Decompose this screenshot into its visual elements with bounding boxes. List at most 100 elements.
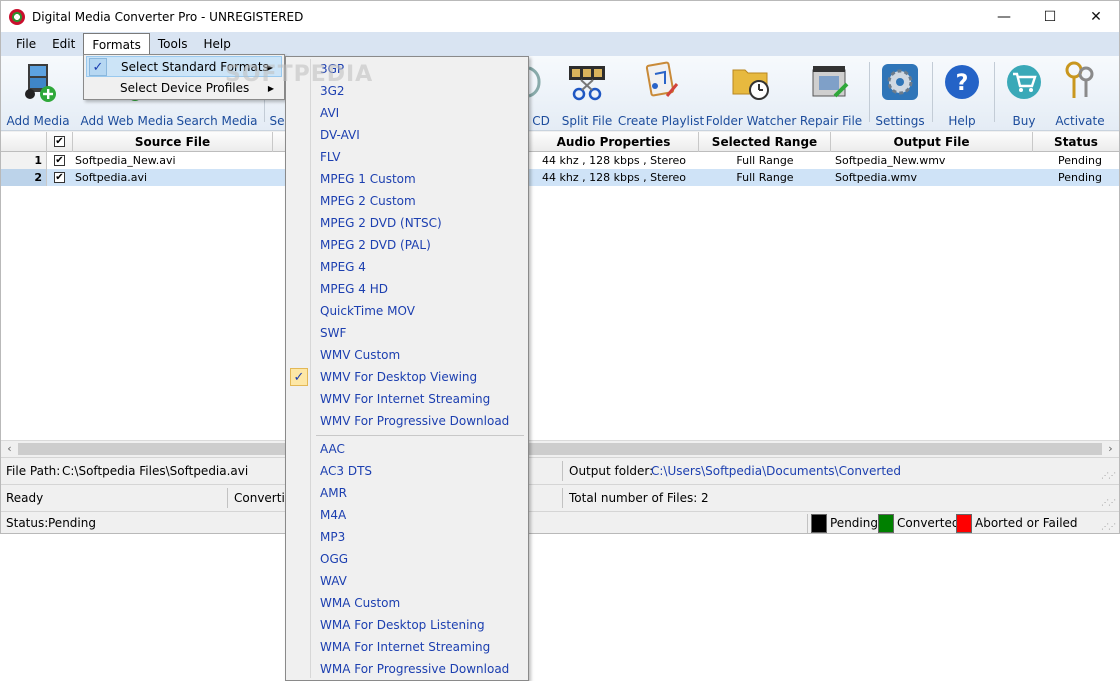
- buy-button[interactable]: Buy: [1001, 58, 1047, 128]
- repair-file-button[interactable]: Repair File: [799, 58, 863, 128]
- format-option[interactable]: WMA For Progressive Download: [288, 658, 526, 680]
- format-option[interactable]: WMV For Internet Streaming: [288, 388, 526, 410]
- format-option-label: WMV For Internet Streaming: [320, 392, 491, 406]
- playlist-icon: [641, 60, 681, 104]
- format-option[interactable]: SWF: [288, 322, 526, 344]
- scroll-left-button[interactable]: ‹: [1, 441, 18, 458]
- divider: [807, 514, 808, 533]
- header-select-all[interactable]: ✔: [47, 132, 73, 152]
- menu-file[interactable]: File: [8, 33, 44, 55]
- close-button[interactable]: ✕: [1073, 1, 1119, 32]
- format-option[interactable]: MPEG 2 DVD (NTSC): [288, 212, 526, 234]
- toolbar-separator: [869, 62, 870, 122]
- ready-text: Ready: [6, 491, 44, 505]
- table-row[interactable]: 1 ✔ Softpedia_New.avi 44 khz , 128 kbps …: [1, 152, 1119, 169]
- file-path-value: C:\Softpedia Files\Softpedia.avi: [62, 464, 249, 478]
- format-option[interactable]: ✓ WMV For Desktop Viewing: [288, 366, 526, 388]
- header-status[interactable]: Status: [1033, 132, 1119, 152]
- create-playlist-button[interactable]: Create Playlist: [618, 58, 704, 128]
- format-option[interactable]: DV-AVI: [288, 124, 526, 146]
- format-option[interactable]: WMA Custom: [288, 592, 526, 614]
- format-option-label: SWF: [320, 326, 347, 340]
- cd-label: CD: [532, 114, 550, 128]
- add-web-media-label: Add Web Media: [80, 114, 174, 128]
- output-folder-label: Output folder:: [569, 464, 654, 478]
- svg-text:?: ?: [956, 71, 969, 96]
- format-option[interactable]: WMV Custom: [288, 344, 526, 366]
- cd-button[interactable]: CD: [528, 58, 553, 128]
- header-selected-range[interactable]: Selected Range: [699, 132, 831, 152]
- header-row-number: [1, 132, 47, 152]
- cart-icon: [1004, 60, 1044, 104]
- format-option[interactable]: OGG: [288, 548, 526, 570]
- format-option[interactable]: MPEG 4 HD: [288, 278, 526, 300]
- help-label: Help: [948, 114, 976, 128]
- repair-file-label: Repair File: [799, 114, 863, 128]
- format-option[interactable]: MP3: [288, 526, 526, 548]
- resize-grip-icon[interactable]: ⋰⋰: [1101, 498, 1116, 507]
- format-option[interactable]: AVI: [288, 102, 526, 124]
- split-file-icon: [567, 60, 607, 104]
- format-option[interactable]: QuickTime MOV: [288, 300, 526, 322]
- split-file-button[interactable]: Split File: [561, 58, 613, 128]
- output-folder-link[interactable]: C:\Users\Softpedia\Documents\Converted: [651, 458, 901, 484]
- resize-grip-icon[interactable]: ⋰⋰: [1101, 522, 1116, 531]
- minimize-button[interactable]: —: [981, 1, 1027, 32]
- format-option[interactable]: M4A: [288, 504, 526, 526]
- menu-bar: File Edit Formats Tools Help: [1, 32, 1119, 57]
- activate-button[interactable]: Activate: [1055, 58, 1105, 128]
- cd-icon: [528, 60, 553, 104]
- watermark: SOFTPEDIA: [225, 62, 374, 87]
- format-option-label: MPEG 2 DVD (NTSC): [320, 216, 442, 230]
- header-source-file[interactable]: Source File: [73, 132, 273, 152]
- table-row[interactable]: 2 ✔ Softpedia.avi 44 khz , 128 kbps , St…: [1, 169, 1119, 186]
- folder-watcher-icon: [731, 60, 771, 104]
- format-option-label: DV-AVI: [320, 128, 360, 142]
- format-option[interactable]: AMR: [288, 482, 526, 504]
- format-option[interactable]: WMV For Progressive Download: [288, 410, 526, 432]
- format-option-label: MPEG 2 Custom: [320, 194, 416, 208]
- format-option[interactable]: MPEG 1 Custom: [288, 168, 526, 190]
- header-audio-properties[interactable]: Audio Properties: [529, 132, 699, 152]
- legend-pending: Pending: [830, 516, 878, 530]
- format-option[interactable]: MPEG 2 DVD (PAL): [288, 234, 526, 256]
- grid-header: ✔ Source File Audio Properties Selected …: [1, 132, 1119, 152]
- format-option[interactable]: AAC: [288, 438, 526, 460]
- aborted-swatch: [956, 514, 972, 533]
- scrollbar-thumb[interactable]: [18, 443, 1102, 455]
- format-option-label: MPEG 1 Custom: [320, 172, 416, 186]
- row-status: Pending: [1058, 171, 1102, 184]
- format-option[interactable]: MPEG 4: [288, 256, 526, 278]
- folder-watcher-button[interactable]: Folder Watcher: [706, 58, 796, 128]
- row-checkbox[interactable]: ✔: [54, 155, 65, 166]
- row-selected-range: Full Range: [736, 154, 794, 167]
- header-output-file[interactable]: Output File: [831, 132, 1033, 152]
- divider: [562, 488, 563, 508]
- resize-grip-icon[interactable]: ⋰⋰: [1101, 471, 1116, 480]
- menu-tools[interactable]: Tools: [150, 33, 196, 55]
- horizontal-scrollbar[interactable]: ‹ ›: [1, 440, 1119, 457]
- select-all-checkbox[interactable]: ✔: [54, 136, 65, 147]
- format-option-label: WMV For Desktop Viewing: [320, 370, 478, 384]
- scroll-right-button[interactable]: ›: [1102, 441, 1119, 458]
- format-option[interactable]: MPEG 2 Custom: [288, 190, 526, 212]
- menu-edit[interactable]: Edit: [44, 33, 83, 55]
- format-option[interactable]: WMA For Internet Streaming: [288, 636, 526, 658]
- format-option[interactable]: AC3 DTS: [288, 460, 526, 482]
- media-grid: ✔ Source File Audio Properties Selected …: [1, 132, 1119, 440]
- format-option[interactable]: FLV: [288, 146, 526, 168]
- status-label: Status:: [6, 516, 49, 530]
- row-output-file: Softpedia_New.wmv: [835, 154, 946, 167]
- help-button[interactable]: ? Help: [939, 58, 985, 128]
- row-audio-properties: 44 khz , 128 kbps , Stereo: [542, 154, 686, 167]
- add-media-button[interactable]: Add Media: [6, 58, 70, 128]
- settings-icon: [880, 60, 920, 104]
- title-bar: Digital Media Converter Pro - UNREGISTER…: [1, 1, 1119, 32]
- format-option[interactable]: WMA For Desktop Listening: [288, 614, 526, 636]
- format-option-label: AC3 DTS: [320, 464, 373, 478]
- maximize-button[interactable]: ☐: [1027, 1, 1073, 32]
- menu-help[interactable]: Help: [195, 33, 238, 55]
- settings-button[interactable]: Settings: [874, 58, 926, 128]
- format-option[interactable]: WAV: [288, 570, 526, 592]
- row-checkbox[interactable]: ✔: [54, 172, 65, 183]
